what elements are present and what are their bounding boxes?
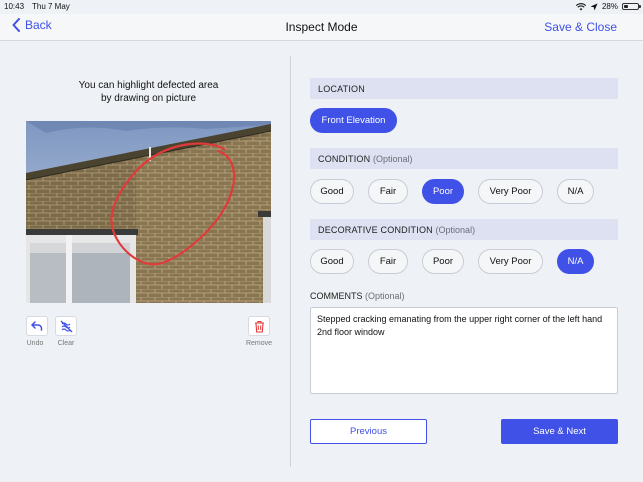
battery-icon [622,3,641,10]
battery-percent: 28% [601,2,618,11]
nav-bar: Back Inspect Mode Save & Close [0,14,643,41]
condition-heading: CONDITION (Optional) [310,148,618,169]
hint-line-1: You can highlight defected area [78,80,219,91]
clear-drawing-icon [60,320,72,332]
inspection-photo[interactable] [26,121,271,303]
decorative-option-very-poor[interactable]: Very Poor [478,249,543,274]
status-indicators: 28% [575,2,641,11]
undo-icon [31,321,43,331]
decorative-option-poor[interactable]: Poor [422,249,464,274]
remove-photo-button[interactable] [248,316,270,336]
wifi-icon [575,2,586,10]
undo-button[interactable] [26,316,48,336]
decorative-optional-text: (Optional) [435,225,476,235]
condition-option-poor[interactable]: Poor [422,179,464,204]
condition-heading-text: CONDITION [318,154,371,164]
decorative-option-good[interactable]: Good [310,249,354,274]
comments-textarea[interactable]: Stepped cracking emanating from the uppe… [310,307,618,394]
condition-optional-text: (Optional) [373,154,413,164]
comments-label-text: COMMENTS [310,291,363,301]
condition-option-fair[interactable]: Fair [368,179,408,204]
decorative-heading-text: DECORATIVE CONDITION [318,225,433,235]
clear-button[interactable] [55,316,77,336]
save-close-button[interactable]: Save & Close [544,20,617,34]
hint-line-2: by drawing on picture [100,93,197,104]
comments-label: COMMENTS (Optional) [310,291,405,301]
decorative-option-fair[interactable]: Fair [368,249,408,274]
decorative-option-na[interactable]: N/A [557,249,594,274]
drawing-hint: You can highlight defected area by drawi… [26,79,271,105]
previous-button[interactable]: Previous [310,419,427,444]
location-heading: LOCATION [310,78,618,99]
location-heading-text: LOCATION [318,84,365,94]
photo-canvas[interactable] [26,121,271,303]
remove-label: Remove [245,340,273,347]
condition-option-na[interactable]: N/A [557,179,594,204]
condition-option-very-poor[interactable]: Very Poor [478,179,543,204]
location-option-front-elevation[interactable]: Front Elevation [310,108,397,133]
decorative-condition-heading: DECORATIVE CONDITION (Optional) [310,219,618,240]
status-time: 10:43 [4,2,25,11]
save-next-button[interactable]: Save & Next [501,419,618,444]
location-arrow-icon [590,3,598,10]
pane-divider [290,56,291,467]
status-date: Thu 7 May [32,2,70,11]
trash-icon [254,320,264,333]
clear-label: Clear [57,340,75,347]
status-bar: 10:43 Thu 7 May 28% [0,0,643,14]
condition-option-good[interactable]: Good [310,179,354,204]
comments-optional-text: (Optional) [365,291,405,301]
